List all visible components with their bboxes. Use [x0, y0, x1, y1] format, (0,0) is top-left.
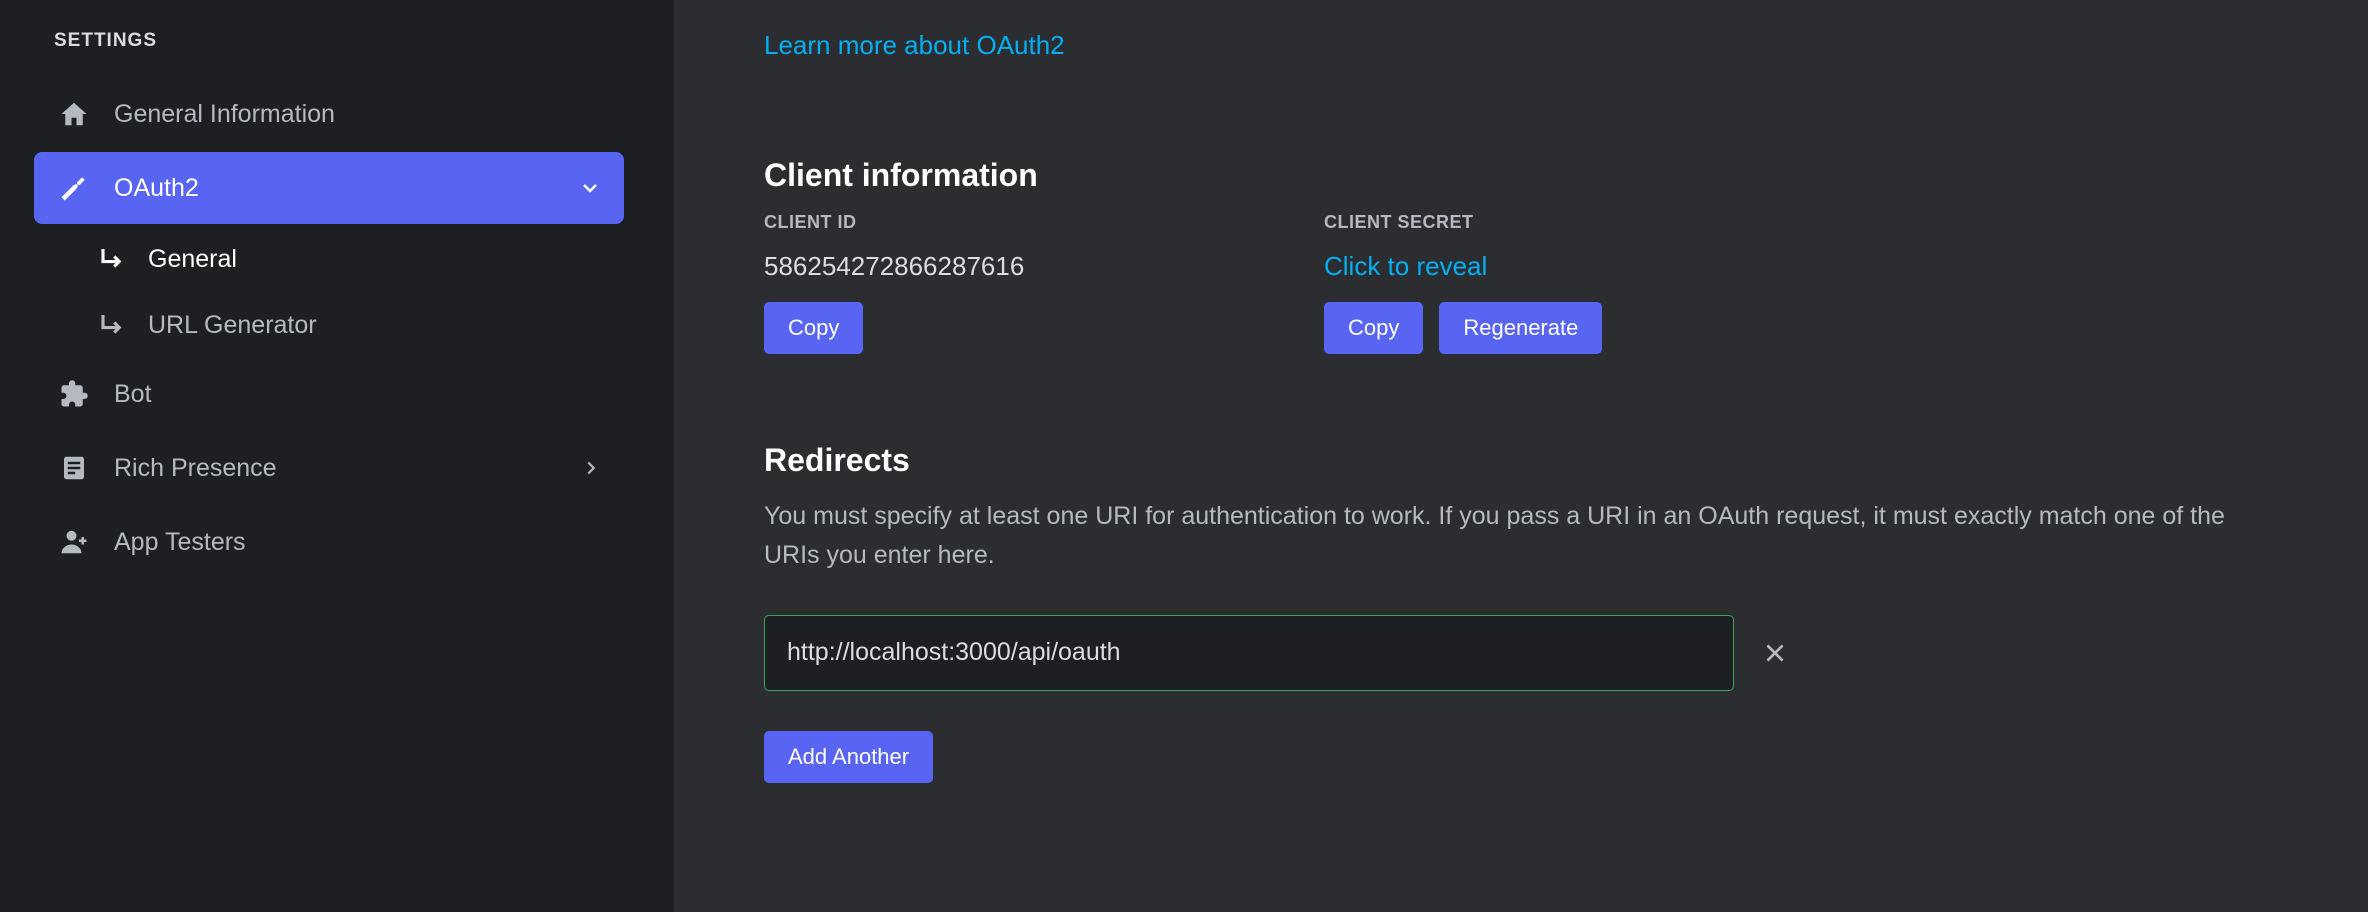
person-icon — [56, 524, 92, 560]
home-icon — [56, 96, 92, 132]
copy-client-secret-button[interactable]: Copy — [1324, 302, 1423, 354]
sidebar: SETTINGS General Information OAuth2 Gene… — [0, 0, 674, 912]
copy-client-id-button[interactable]: Copy — [764, 302, 863, 354]
chevron-right-icon — [580, 457, 602, 479]
sidebar-item-rich-presence[interactable]: Rich Presence — [34, 432, 624, 504]
remove-redirect-button[interactable] — [1762, 640, 1788, 666]
sidebar-item-label: Bot — [114, 380, 152, 409]
sidebar-item-label: General Information — [114, 100, 335, 129]
chevron-down-icon — [578, 176, 602, 200]
sidebar-item-label: App Testers — [114, 528, 246, 557]
client-info-grid: CLIENT ID 586254272866287616 Copy CLIENT… — [764, 212, 2298, 354]
client-id-label: CLIENT ID — [764, 212, 1300, 233]
sidebar-subitem-label: General — [148, 245, 237, 274]
close-icon — [1762, 640, 1788, 666]
sidebar-item-label: OAuth2 — [114, 174, 199, 203]
puzzle-icon — [56, 376, 92, 412]
client-secret-reveal[interactable]: Click to reveal — [1324, 251, 1860, 282]
client-info-title: Client information — [764, 157, 2298, 194]
document-icon — [56, 450, 92, 486]
sidebar-subitem-oauth2-general[interactable]: General — [34, 226, 624, 292]
redirects-description: You must specify at least one URI for au… — [764, 497, 2284, 575]
redirect-row — [764, 615, 2298, 691]
redirects-title: Redirects — [764, 442, 2298, 479]
sidebar-subitem-oauth2-url-generator[interactable]: URL Generator — [34, 292, 624, 358]
sidebar-item-bot[interactable]: Bot — [34, 358, 624, 430]
client-secret-label: CLIENT SECRET — [1324, 212, 1860, 233]
client-id-column: CLIENT ID 586254272866287616 Copy — [764, 212, 1300, 354]
sidebar-subitem-label: URL Generator — [148, 311, 317, 340]
sidebar-item-oauth2[interactable]: OAuth2 — [34, 152, 624, 224]
sidebar-item-general-info[interactable]: General Information — [34, 78, 624, 150]
main-content: Learn more about OAuth2 Client informati… — [674, 0, 2368, 912]
add-another-button[interactable]: Add Another — [764, 731, 933, 783]
client-secret-column: CLIENT SECRET Click to reveal Copy Regen… — [1324, 212, 1860, 354]
sidebar-item-label: Rich Presence — [114, 454, 277, 483]
sidebar-item-app-testers[interactable]: App Testers — [34, 506, 624, 578]
client-id-value: 586254272866287616 — [764, 251, 1300, 282]
sub-arrow-icon — [98, 244, 128, 274]
learn-more-link[interactable]: Learn more about OAuth2 — [764, 30, 1065, 60]
sub-arrow-icon — [98, 310, 128, 340]
regenerate-button[interactable]: Regenerate — [1439, 302, 1602, 354]
sidebar-heading: SETTINGS — [34, 30, 644, 52]
wrench-icon — [56, 170, 92, 206]
redirect-uri-input[interactable] — [764, 615, 1734, 691]
